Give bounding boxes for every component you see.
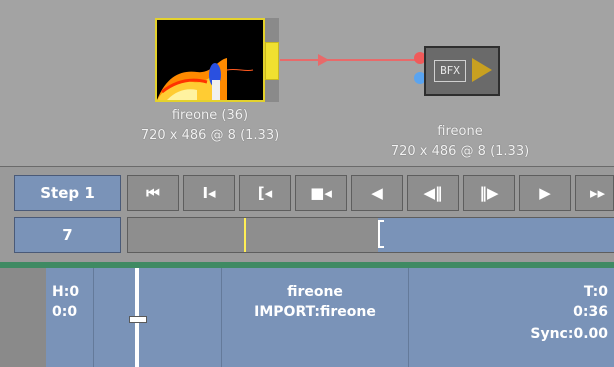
effect-node[interactable]: BFX	[424, 46, 500, 96]
clip-divider	[408, 268, 409, 367]
sync-value: Sync:0.00	[530, 326, 608, 342]
go-to-in-icon: [◂	[257, 184, 273, 202]
play-triangle-icon	[472, 58, 492, 82]
step-back-button[interactable]: ◀	[351, 175, 403, 211]
node-connection-line	[280, 59, 420, 61]
clip-source: IMPORT:fireone	[254, 304, 376, 320]
frame-number-field[interactable]: 7	[14, 217, 121, 253]
timeline-area[interactable]: H:0 0:0 fireone IMPORT:fireone T:0 0:36 …	[0, 268, 614, 367]
scrub-range-region[interactable]	[378, 218, 614, 252]
effect-node-format: 720 x 486 @ 8 (1.33)	[390, 144, 530, 159]
frame-forward-icon: ‖▶	[479, 184, 499, 202]
current-frame-marker[interactable]	[244, 218, 246, 252]
go-to-start-icon: ⏮	[146, 184, 160, 202]
source-node-tab-top	[265, 18, 279, 42]
source-node-tab-bottom	[265, 80, 279, 102]
play-button[interactable]: ▶	[519, 175, 571, 211]
go-to-start-button[interactable]: ⏮	[127, 175, 179, 211]
frame-back-button[interactable]: ◀‖	[407, 175, 459, 211]
scrub-bar[interactable]	[127, 217, 614, 253]
step-back-mark-icon: ■◂	[310, 184, 332, 202]
fast-forward-icon: ▸▸	[590, 184, 606, 202]
step-back-icon: ◀	[371, 184, 383, 202]
playhead-handle[interactable]	[129, 316, 147, 323]
tail-duration: 0:36	[573, 304, 608, 320]
step-button[interactable]: Step 1	[14, 175, 121, 211]
node-graph-area[interactable]: BFX fireone (36) 720 x 486 @ 8 (1.33) fi…	[0, 0, 614, 166]
frame-back-icon: ◀‖	[423, 184, 443, 202]
effect-node-name: fireone	[437, 124, 483, 139]
connection-arrow-icon	[318, 54, 329, 66]
mark-in-button[interactable]: I◂	[183, 175, 235, 211]
source-node-name: fireone (36)	[171, 108, 249, 123]
head-time: 0:0	[52, 304, 78, 320]
tail-label: T:0	[583, 284, 608, 300]
transport-controls: Step 1 ⏮ I◂ [◂ ■◂ ◀ ◀‖ ‖▶ ▶ ▸▸ 7	[0, 166, 614, 263]
mark-in-icon: I◂	[202, 184, 216, 202]
play-icon: ▶	[539, 184, 551, 202]
source-node-thumbnail[interactable]	[155, 18, 265, 102]
bfx-badge: BFX	[434, 60, 466, 82]
range-start-bracket[interactable]	[378, 220, 384, 248]
source-node-output-tab[interactable]	[265, 42, 279, 80]
clip-divider	[93, 268, 94, 367]
clip-name: fireone	[287, 284, 343, 300]
fire-thumbnail-image	[157, 20, 263, 100]
source-node-format: 720 x 486 @ 8 (1.33)	[140, 128, 280, 143]
frame-forward-button[interactable]: ‖▶	[463, 175, 515, 211]
head-label: H:0	[52, 284, 80, 300]
fast-forward-button[interactable]: ▸▸	[575, 175, 614, 211]
step-back-mark-button[interactable]: ■◂	[295, 175, 347, 211]
go-to-in-button[interactable]: [◂	[239, 175, 291, 211]
